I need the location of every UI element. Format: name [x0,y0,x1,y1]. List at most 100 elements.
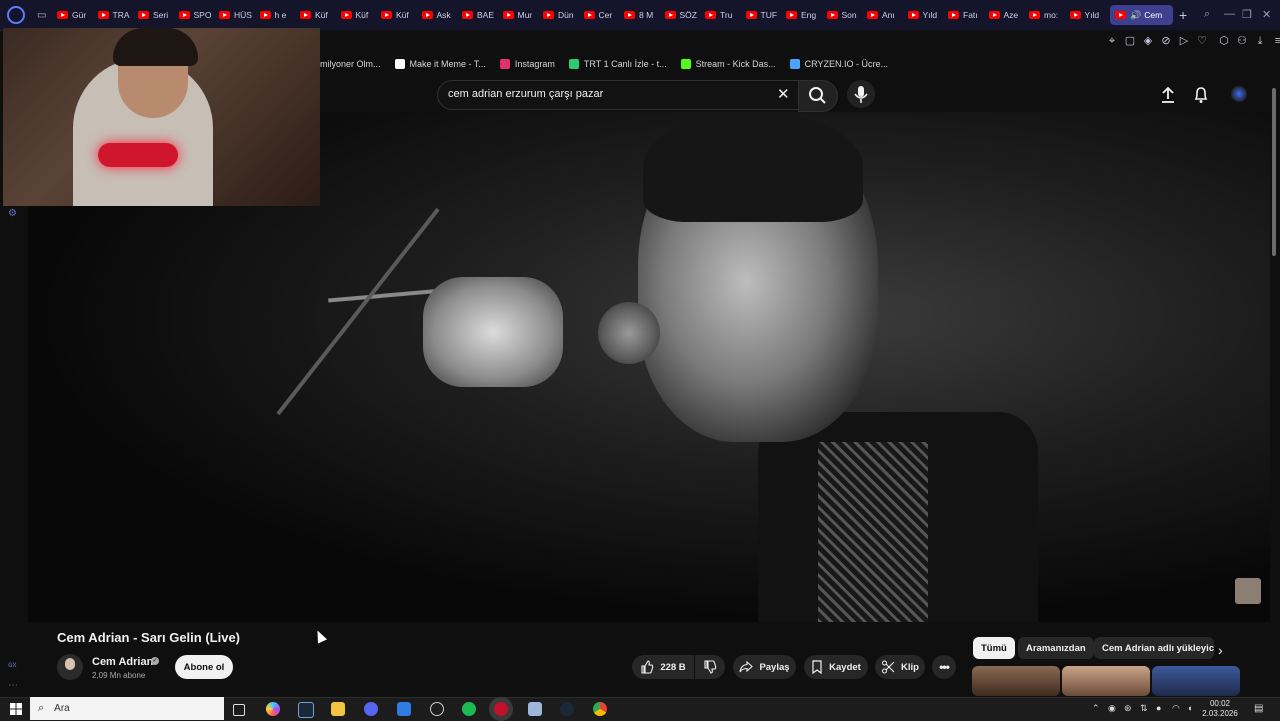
browser-tab[interactable]: SÖZ [664,0,706,30]
save-button[interactable]: Kaydet [804,655,868,679]
dislike-button[interactable] [695,655,725,679]
browser-tab[interactable]: Ask [421,0,463,30]
new-tab-button[interactable]: + [1179,7,1187,23]
more-actions-button[interactable]: ••• [932,655,956,679]
minimize-button[interactable]: — [1224,8,1235,20]
recommended-thumbnail[interactable] [1062,666,1150,696]
browser-tab[interactable]: Tru [705,0,746,30]
browser-tab[interactable]: Küf [381,0,422,30]
tray-app-icon[interactable]: ⊛ [1124,703,1132,714]
browser-tab[interactable]: TUF [745,0,787,30]
play-icon[interactable]: ▷ [1178,35,1190,47]
upload-icon[interactable] [1160,86,1176,104]
bookmark-item[interactable]: milyoner Olm... [320,59,381,69]
spotify-icon[interactable] [462,702,476,716]
browser-tab[interactable]: Gür [57,0,98,30]
bookmark-item[interactable]: Make it Meme - T... [394,59,486,69]
browser-tab[interactable]: BAE [462,0,503,30]
browser-tab[interactable]: Mur [502,0,544,30]
search-tabs-icon[interactable]: ⌕ [1204,8,1210,21]
heart-icon[interactable]: ♡ [1196,35,1208,47]
tray-chevron-icon[interactable]: ⌃ [1092,703,1100,714]
sidebar-more-icon[interactable]: ⋯ [8,680,18,691]
menu-icon[interactable]: ≡ [1272,35,1280,47]
account-icon[interactable]: ⚇ [1236,35,1248,47]
steam-icon[interactable] [298,702,314,718]
browser-tab[interactable]: Küf [300,0,341,30]
chevron-right-icon[interactable]: › [1218,642,1223,658]
browser-tab[interactable]: Dün [543,0,584,30]
recommended-thumbnail[interactable] [972,666,1060,696]
bookmark-item[interactable]: CRYZEN.IO - Ücre... [789,59,888,69]
clip-button[interactable]: Klip [875,655,925,679]
channel-name[interactable]: Cem Adrian [92,656,153,668]
tab-active[interactable]: 🔊 Cem [1110,5,1173,25]
browser-tab[interactable]: 8 M [624,0,665,30]
chip-from-search[interactable]: Aramanızdan [1018,637,1094,659]
bookmark-item[interactable]: TRT 1 Canlı İzle - t... [568,59,667,69]
sidebar-gx-icon[interactable]: ɢx [8,660,16,669]
shield-icon[interactable]: ◈ [1142,35,1154,47]
download-icon[interactable]: ⤓ [1254,35,1266,47]
pin-icon[interactable]: ⌖ [1106,35,1118,47]
browser-tab[interactable]: Cer [583,0,625,30]
browser-tab[interactable]: Anı [867,0,908,30]
extensions-icon[interactable]: ⬡ [1218,35,1230,47]
clear-search-icon[interactable]: ✕ [777,85,790,103]
end-screen-thumbnail[interactable] [1235,578,1261,604]
browser-tab[interactable]: Küf [340,0,382,30]
voice-search-button[interactable] [847,80,875,108]
notification-center-icon[interactable]: ▤ [1254,703,1263,714]
copilot-icon[interactable] [266,702,280,716]
opera-gx-icon[interactable] [494,702,508,716]
vpn-icon[interactable]: ⊘ [1160,35,1172,47]
windows-start-icon[interactable] [10,703,22,715]
chip-uploader[interactable]: Cem Adrian adlı yükleyic [1094,637,1214,659]
close-window-button[interactable]: ✕ [1262,8,1271,21]
chip-all[interactable]: Tümü [973,637,1015,659]
channel-avatar[interactable] [57,654,83,680]
browser-tab[interactable]: Aze [988,0,1030,30]
steam-client-icon[interactable] [560,702,574,716]
browser-tab[interactable]: Yıld [1069,0,1111,30]
page-scrollbar[interactable] [1271,80,1277,696]
browser-tab[interactable]: TRA [97,0,139,30]
file-explorer-icon[interactable] [331,702,345,716]
scrollbar-thumb[interactable] [1272,88,1276,256]
snapshot-icon[interactable]: ▢ [1124,35,1136,47]
workspaces-icon[interactable]: ▭ [37,10,57,21]
subscribe-button[interactable]: Abone ol [175,655,233,679]
browser-tab[interactable]: Eng [786,0,827,30]
network-icon[interactable]: ⇅ [1140,703,1148,714]
browser-tab[interactable]: Fatı [948,0,989,30]
like-button[interactable]: 228 B [632,655,694,679]
recommended-thumbnail[interactable] [1152,666,1240,696]
user-avatar[interactable] [1231,86,1247,102]
browser-tab[interactable]: mo: [1029,0,1070,30]
steam-alt-icon[interactable] [430,702,444,716]
bookmark-item[interactable]: Instagram [499,59,555,69]
volume-icon[interactable]: ◖ [1187,703,1192,713]
search-button[interactable] [798,80,838,112]
sidebar-settings-icon[interactable]: ⚙ [8,208,17,219]
browser-tab[interactable]: HÜS [219,0,260,30]
taskbar-clock[interactable]: 00:02 2.03.2026 [1200,699,1240,719]
maximize-button[interactable]: ❐ [1242,8,1252,21]
chrome-icon[interactable] [593,702,607,716]
notifications-bell-icon[interactable] [1193,86,1209,104]
discord-icon[interactable] [364,702,378,716]
store-icon[interactable] [397,702,411,716]
opera-logo-icon[interactable] [7,6,25,24]
tray-steam-icon[interactable]: ◉ [1108,703,1116,714]
browser-tab[interactable]: Son [826,0,868,30]
mic-tray-icon[interactable]: ● [1156,703,1161,713]
search-input[interactable]: cem adrian erzurum çarşı pazar [448,88,603,100]
browser-tab[interactable]: Yıld [907,0,949,30]
app-icon[interactable] [528,702,542,716]
speaker-icon[interactable]: 🔊 [1130,10,1141,21]
browser-tab[interactable]: Seri [138,0,179,30]
share-button[interactable]: Paylaş [733,655,796,679]
browser-tab[interactable]: SPO [178,0,220,30]
wifi-icon[interactable]: ◠ [1172,703,1180,714]
taskbar-search[interactable]: ⌕ Ara [30,697,224,720]
